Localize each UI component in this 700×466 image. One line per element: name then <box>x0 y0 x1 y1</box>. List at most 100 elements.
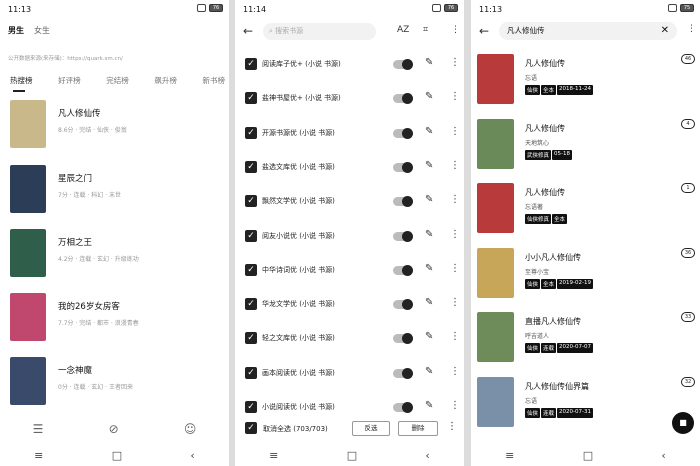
enable-toggle[interactable] <box>393 59 413 70</box>
back-icon[interactable]: ‹ <box>661 449 665 462</box>
source-checkbox[interactable]: ✓ <box>245 126 257 139</box>
enable-toggle[interactable] <box>393 230 413 242</box>
clear-icon[interactable]: ✕ <box>661 22 669 40</box>
enable-toggle[interactable] <box>393 93 413 105</box>
source-checkbox[interactable]: ✓ <box>245 263 257 276</box>
discover-icon[interactable]: ⊘ <box>109 422 119 436</box>
more-icon[interactable]: ⋮ <box>687 24 696 34</box>
edit-icon[interactable]: ✎ <box>425 229 433 240</box>
more-icon[interactable]: ⋮ <box>451 25 460 35</box>
home-icon[interactable]: □ <box>347 449 357 462</box>
edit-icon[interactable]: ✎ <box>425 57 433 68</box>
back-icon[interactable]: ‹ <box>425 449 429 462</box>
edit-icon[interactable]: ✎ <box>425 194 433 205</box>
enable-toggle[interactable] <box>393 127 413 139</box>
bookshelf-icon[interactable]: ☰ <box>33 422 44 436</box>
source-checkbox[interactable]: ✓ <box>245 195 257 208</box>
edit-icon[interactable]: ✎ <box>425 400 433 411</box>
source-checkbox[interactable]: ✓ <box>245 401 257 413</box>
more-icon[interactable]: ⋮ <box>450 297 460 308</box>
source-row[interactable]: ✓ 盐神书屋优+ (小说 书源) ✎ ⋮ <box>245 90 460 106</box>
edit-icon[interactable]: ✎ <box>425 91 433 102</box>
result-item[interactable]: 直播凡人修仙传 呼吉道人 仙侠 连载 2020-07-07 33 <box>477 312 695 362</box>
back-icon[interactable]: ‹ <box>190 449 194 462</box>
search-input[interactable]: ⌕ 搜索书源 <box>263 23 376 40</box>
enable-toggle[interactable] <box>393 367 413 379</box>
delete-button[interactable]: 删除 <box>398 421 438 436</box>
menu-icon[interactable]: ≡ <box>34 449 43 462</box>
search-input[interactable]: 凡人修仙传 ✕ <box>499 22 677 40</box>
source-row[interactable]: ✓ 华龙文学优 (小说 书源) ✎ ⋮ <box>245 296 460 312</box>
system-nav: ≡ □ ‹ <box>0 444 229 466</box>
profile-icon[interactable]: ☺ <box>184 422 197 436</box>
source-row[interactable]: ✓ 轻之文库优 (小说 书源) ✎ ⋮ <box>245 330 460 346</box>
more-icon[interactable]: ⋮ <box>447 421 457 432</box>
enable-toggle[interactable] <box>393 196 413 208</box>
more-icon[interactable]: ⋮ <box>450 91 460 102</box>
home-icon[interactable]: □ <box>112 449 122 462</box>
tab-rated[interactable]: 好评榜 <box>58 75 81 86</box>
tab-rising[interactable]: 飙升榜 <box>154 75 177 86</box>
source-checkbox[interactable]: ✓ <box>245 366 257 379</box>
result-item[interactable]: 凡人修仙传 忘语 仙侠 全本 2018-11-24 46 <box>477 54 695 104</box>
source-checkbox[interactable]: ✓ <box>245 298 257 311</box>
more-icon[interactable]: ⋮ <box>450 57 460 68</box>
edit-icon[interactable]: ✎ <box>425 160 433 171</box>
list-item[interactable]: 万相之王 4.2分 · 连载 · 玄幻 · 升级练功 <box>10 229 220 277</box>
result-item[interactable]: 凡人修仙传 天地筑心 武侠修真 05-18 4 <box>477 118 695 169</box>
result-item[interactable]: 小小凡人修仙传 至尊小宝 仙侠 全本 2019-02-19 36 <box>477 247 695 298</box>
tab-female[interactable]: 女生 <box>34 25 50 36</box>
tab-new[interactable]: 新书榜 <box>203 75 226 86</box>
source-row[interactable]: ✓ 开源书源优 (小说 书源) ✎ ⋮ <box>245 125 460 141</box>
tab-male[interactable]: 男生 <box>8 25 24 36</box>
source-checkbox[interactable]: ✓ <box>245 58 257 70</box>
source-row[interactable]: ✓ 画本阅读优 (小说 书源) ✎ ⋮ <box>245 365 460 381</box>
result-item[interactable]: 凡人修仙传仙界篇 忘语 仙侠 连载 2020-07-31 32 <box>477 376 695 427</box>
edit-icon[interactable]: ✎ <box>425 331 433 342</box>
enable-toggle[interactable] <box>393 402 413 413</box>
invert-button[interactable]: 反选 <box>352 421 390 436</box>
enable-toggle[interactable] <box>393 299 413 311</box>
result-item[interactable]: 凡人修仙传 忘语著 仙侠修真 全本 1 <box>477 183 695 233</box>
enable-toggle[interactable] <box>393 333 413 345</box>
more-icon[interactable]: ⋮ <box>450 126 460 137</box>
more-icon[interactable]: ⋮ <box>450 400 460 411</box>
edit-icon[interactable]: ✎ <box>425 297 433 308</box>
source-checkbox[interactable]: ✓ <box>245 332 257 345</box>
menu-icon[interactable]: ≡ <box>269 449 278 462</box>
more-icon[interactable]: ⋮ <box>450 366 460 377</box>
back-arrow-icon[interactable]: ← <box>479 24 489 38</box>
tab-hot[interactable]: 热搜榜 <box>10 75 33 86</box>
list-item[interactable]: 星辰之门 7分 · 连载 · 科幻 · 末世 <box>10 165 220 213</box>
source-row[interactable]: ✓ 中华诗词优 (小说 书源) ✎ ⋮ <box>245 262 460 278</box>
edit-icon[interactable]: ✎ <box>425 366 433 377</box>
source-row[interactable]: ✓ 飘然文学优 (小说 书源) ✎ ⋮ <box>245 193 460 209</box>
source-row[interactable]: ✓ 阅友小说优 (小说 书源) ✎ ⋮ <box>245 228 460 244</box>
source-row[interactable]: ✓ 盐选文库优 (小说 书源) ✎ ⋮ <box>245 159 460 175</box>
list-item[interactable]: 凡人修仙传 8.6分 · 完结 · 仙侠 · 俊翁 <box>10 100 220 148</box>
home-icon[interactable]: □ <box>583 449 593 462</box>
select-all-checkbox[interactable]: ✓ <box>245 422 257 434</box>
enable-toggle[interactable] <box>393 161 413 173</box>
more-icon[interactable]: ⋮ <box>450 160 460 171</box>
source-checkbox[interactable]: ✓ <box>245 160 257 173</box>
more-icon[interactable]: ⋮ <box>450 229 460 240</box>
source-row[interactable]: ✓ 小说阅读优 (小说 书源) ✎ ⋮ <box>245 399 460 415</box>
stop-button[interactable]: ■ <box>672 412 694 434</box>
more-icon[interactable]: ⋮ <box>450 331 460 342</box>
edit-icon[interactable]: ✎ <box>425 126 433 137</box>
source-row[interactable]: ✓ 阅读库子优+ (小说 书源) ✎ ⋮ <box>245 56 460 72</box>
source-checkbox[interactable]: ✓ <box>245 229 257 242</box>
sort-icon[interactable]: AZ <box>397 25 409 35</box>
edit-icon[interactable]: ✎ <box>425 263 433 274</box>
enable-toggle[interactable] <box>393 264 413 276</box>
more-icon[interactable]: ⋮ <box>450 194 460 205</box>
source-checkbox[interactable]: ✓ <box>245 92 257 105</box>
list-item[interactable]: 我的26岁女房客 7.7分 · 完结 · 都市 · 浪漫青春 <box>10 293 220 341</box>
menu-icon[interactable]: ≡ <box>505 449 514 462</box>
qr-scan-icon[interactable]: ⌗ <box>423 25 428 35</box>
list-item[interactable]: 一念神魔 0分 · 连载 · 玄幻 · 王者回来 <box>10 357 220 405</box>
tab-finished[interactable]: 完结榜 <box>106 75 129 86</box>
more-icon[interactable]: ⋮ <box>450 263 460 274</box>
back-arrow-icon[interactable]: ← <box>243 24 253 38</box>
